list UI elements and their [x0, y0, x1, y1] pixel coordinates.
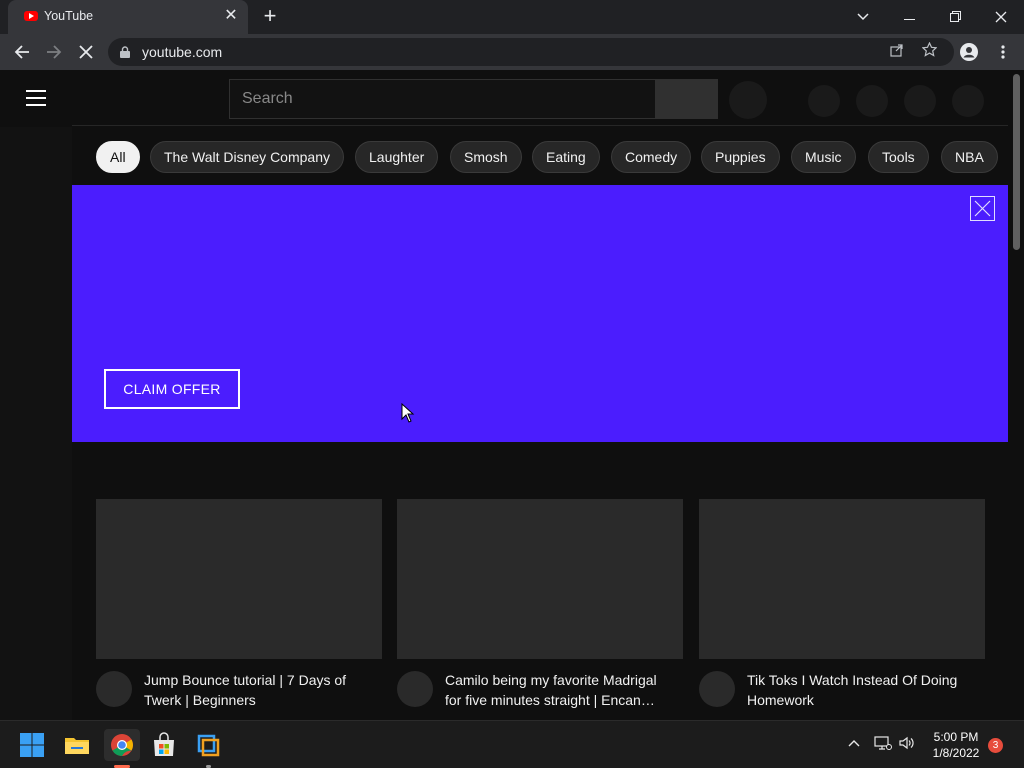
chevron-down-icon: [857, 13, 869, 21]
mic-button-placeholder[interactable]: [729, 81, 767, 119]
windows-taskbar: 5:00 PM 1/8/2022 3: [0, 720, 1024, 768]
mouse-cursor-icon: [401, 403, 415, 423]
share-icon[interactable]: [887, 42, 907, 62]
profile-button[interactable]: [955, 38, 983, 66]
chip-nba[interactable]: NBA: [941, 141, 998, 173]
claim-offer-button[interactable]: CLAIM OFFER: [104, 369, 240, 409]
promo-banner: CLAIM OFFER: [72, 185, 1008, 442]
tray-overflow-chevron-icon[interactable]: [848, 735, 860, 750]
chip-comedy[interactable]: Comedy: [611, 141, 692, 173]
close-icon: [974, 200, 991, 217]
avatar-placeholder[interactable]: [952, 85, 984, 117]
video-thumbnail[interactable]: [397, 499, 683, 659]
search-button[interactable]: [655, 79, 718, 119]
notification-badge[interactable]: 3: [988, 738, 1003, 753]
tab-youtube[interactable]: YouTube ✕: [8, 0, 248, 34]
stop-loading-button[interactable]: [72, 38, 100, 66]
page-scrollbar[interactable]: [1010, 70, 1024, 720]
bookmark-star-icon[interactable]: [919, 41, 939, 62]
windows-start-icon[interactable]: [16, 729, 48, 761]
forward-button[interactable]: [40, 38, 68, 66]
restore-button[interactable]: [932, 0, 978, 34]
chip-eating[interactable]: Eating: [532, 141, 600, 173]
tab-title: YouTube: [44, 9, 94, 23]
arrow-left-icon: [14, 45, 29, 59]
volume-icon[interactable]: [898, 735, 914, 754]
tab-strip: YouTube ✕ +: [0, 0, 1024, 34]
vpn-app-icon[interactable]: [192, 729, 224, 768]
youtube-favicon-icon: [24, 11, 38, 21]
sidebar: [0, 127, 72, 720]
hamburger-menu-icon[interactable]: [26, 90, 46, 106]
address-bar[interactable]: youtube.com: [108, 38, 954, 66]
channel-avatar[interactable]: [96, 671, 132, 707]
video-thumbnail[interactable]: [699, 499, 985, 659]
minimize-icon: [903, 19, 915, 20]
chip-smosh[interactable]: Smosh: [450, 141, 522, 173]
close-window-button[interactable]: [978, 0, 1024, 34]
kebab-menu-icon: [1001, 45, 1005, 59]
chip-bar: All The Walt Disney Company Laughter Smo…: [72, 125, 1008, 185]
video-card[interactable]: Tik Toks I Watch Instead Of Doing Homewo…: [699, 499, 985, 720]
tab-search-button[interactable]: [840, 0, 886, 34]
close-icon: [995, 11, 1007, 23]
restore-icon: [949, 11, 961, 22]
chrome-menu-button[interactable]: [989, 38, 1017, 66]
browser-toolbar: youtube.com: [0, 34, 1024, 70]
video-card[interactable]: Camilo being my favorite Madrigal for fi…: [397, 499, 683, 720]
profile-icon: [960, 43, 978, 61]
header-icon-placeholder[interactable]: [904, 85, 936, 117]
chip-walt-disney[interactable]: The Walt Disney Company: [150, 141, 344, 173]
chip-laughter[interactable]: Laughter: [355, 141, 439, 173]
chip-music[interactable]: Music: [791, 141, 856, 173]
new-tab-button[interactable]: +: [258, 5, 282, 29]
system-clock[interactable]: 5:00 PM 1/8/2022: [920, 729, 992, 761]
back-button[interactable]: [8, 38, 36, 66]
chrome-taskbar-icon[interactable]: [104, 729, 140, 768]
clock-time: 5:00 PM: [933, 730, 979, 744]
video-title[interactable]: Tik Toks I Watch Instead Of Doing Homewo…: [747, 670, 972, 710]
network-icon[interactable]: [874, 735, 892, 754]
banner-close-button[interactable]: [970, 196, 995, 221]
header-icon-placeholder[interactable]: [808, 85, 840, 117]
chip-puppies[interactable]: Puppies: [701, 141, 780, 173]
url-text[interactable]: youtube.com: [142, 44, 222, 60]
search-box[interactable]: [229, 79, 655, 119]
clock-date: 1/8/2022: [932, 746, 980, 760]
chip-all[interactable]: All: [96, 141, 140, 173]
youtube-page: All The Walt Disney Company Laughter Smo…: [0, 70, 1024, 720]
video-title[interactable]: Jump Bounce tutorial | 7 Days of Twerk |…: [144, 670, 369, 710]
video-title[interactable]: Camilo being my favorite Madrigal for fi…: [445, 670, 670, 710]
channel-avatar[interactable]: [397, 671, 433, 707]
microsoft-store-icon[interactable]: [148, 729, 180, 761]
minimize-button[interactable]: [886, 0, 932, 34]
channel-avatar[interactable]: [699, 671, 735, 707]
lock-icon: [120, 46, 130, 58]
stop-x-icon: [79, 45, 93, 59]
file-explorer-icon[interactable]: [61, 729, 93, 761]
scrollbar-thumb[interactable]: [1013, 74, 1020, 250]
arrow-right-icon: [47, 45, 62, 59]
search-input[interactable]: [230, 80, 655, 118]
browser-window: YouTube ✕ + youtube.com Search All The W…: [0, 0, 1024, 768]
chip-tools[interactable]: Tools: [868, 141, 929, 173]
video-thumbnail[interactable]: [96, 499, 382, 659]
header-icon-placeholder[interactable]: [856, 85, 888, 117]
tab-close-button[interactable]: ✕: [222, 7, 240, 25]
video-card[interactable]: Jump Bounce tutorial | 7 Days of Twerk |…: [96, 499, 382, 720]
